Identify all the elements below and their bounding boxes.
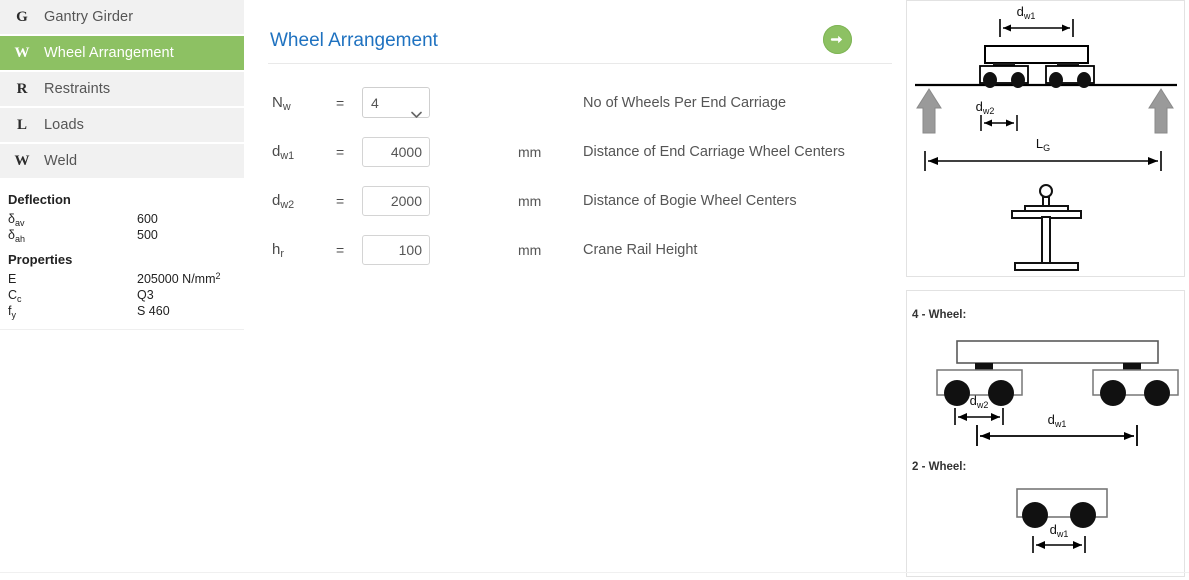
field-description-dw1: Distance of End Carriage Wheel Centers	[583, 143, 845, 160]
properties-row-fy: fy S 460	[0, 303, 244, 320]
field-row-hr: hr = mm Crane Rail Height	[268, 225, 892, 274]
sidebar-item-restraints[interactable]: R Restraints	[0, 72, 244, 108]
field-row-dw1: dw1 = mm Distance of End Carriage Wheel …	[268, 127, 892, 176]
sidebar-letter-icon: L	[16, 116, 27, 133]
sidebar-nav: G Gantry Girder W Wheel Arrangement R Re…	[0, 0, 244, 180]
sidebar: G Gantry Girder W Wheel Arrangement R Re…	[0, 0, 244, 330]
dw1-input[interactable]	[362, 136, 430, 167]
deflection-heading: Deflection	[8, 192, 71, 207]
field-unit-dw2: mm	[518, 192, 542, 209]
label-dw2: dw2	[976, 99, 995, 116]
dw2-input[interactable]	[362, 185, 430, 216]
sidebar-item-label: Gantry Girder	[44, 9, 134, 25]
deflection-key-av: δav	[8, 212, 25, 228]
field-control-nw: 4 2	[362, 87, 518, 118]
field-unit-hr: mm	[518, 241, 542, 258]
gantry-girder-elevation-panel: dw1 dw2 LG	[906, 0, 1185, 277]
main-content: Wheel Arrangement Nw = 4 No of Wheels Pe…	[268, 0, 892, 274]
deflection-key-ah: δah	[8, 228, 25, 244]
properties-value-fy: S 460	[137, 304, 170, 318]
properties-row-cc: Cc Q3	[0, 287, 244, 304]
sidebar-item-wheel-arrangement[interactable]: W Wheel Arrangement	[0, 36, 244, 72]
properties-key-fy: fy	[8, 304, 16, 320]
main-header: Wheel Arrangement	[268, 0, 892, 64]
deflection-row-av: δav 600	[0, 211, 244, 228]
field-symbol-nw: Nw	[272, 94, 291, 114]
field-control-dw1	[362, 136, 518, 167]
properties-value-cc: Q3	[137, 288, 154, 302]
wheels-per-carriage-select[interactable]: 4 2	[362, 87, 430, 118]
wheel-arrangement-form: Nw = 4 2 No of Wheels Per End Carriage	[268, 64, 892, 274]
field-symbol-hr: hr	[272, 241, 284, 261]
sidebar-item-label: Weld	[44, 153, 78, 169]
sidebar-item-gantry-girder[interactable]: G Gantry Girder	[0, 0, 244, 36]
sidebar-item-label: Restraints	[44, 81, 111, 97]
field-description-hr: Crane Rail Height	[583, 241, 698, 258]
properties-heading: Properties	[8, 252, 73, 267]
label-dw1-4wheel: dw1	[1048, 412, 1067, 429]
equals-sign: =	[336, 241, 345, 258]
next-step-button[interactable]	[823, 25, 852, 54]
properties-key-cc: Cc	[8, 288, 22, 304]
hr-input[interactable]	[362, 234, 430, 265]
four-wheel-label: 4 - Wheel:	[912, 309, 967, 321]
label-lg: LG	[1036, 136, 1050, 153]
sidebar-summary-panel: Deflection δav 600 δah 500 Properties E …	[0, 180, 244, 330]
deflection-value-av: 600	[137, 212, 158, 226]
field-symbol-dw2: dw2	[272, 192, 295, 212]
sidebar-item-weld[interactable]: W Weld	[0, 144, 244, 180]
arrow-right-circle-icon	[828, 30, 847, 49]
field-description-dw2: Distance of Bogie Wheel Centers	[583, 192, 797, 209]
app-page: G Gantry Girder W Wheel Arrangement R Re…	[0, 0, 1189, 580]
sidebar-letter-icon: G	[16, 8, 28, 25]
wheel-arrangement-diagram: dw2 dw1 dw1	[936, 340, 1179, 553]
wheel-arrangement-panel: 4 - Wheel: 2 - Wheel: dw2 dw1 dw1	[906, 290, 1185, 577]
sidebar-letter-icon: W	[14, 44, 30, 61]
deflection-value-ah: 500	[137, 228, 158, 242]
gantry-girder-elevation-diagram: dw1 dw2 LG	[915, 4, 1177, 271]
field-control-hr	[362, 234, 518, 265]
footer-divider	[0, 572, 1189, 573]
field-description-nw: No of Wheels Per End Carriage	[583, 94, 787, 111]
equals-sign: =	[336, 143, 345, 160]
sidebar-item-loads[interactable]: L Loads	[0, 108, 244, 144]
page-title: Wheel Arrangement	[270, 30, 438, 51]
label-dw1-2wheel: dw1	[1050, 522, 1069, 539]
sidebar-item-label: Wheel Arrangement	[44, 45, 174, 61]
field-unit-dw1: mm	[518, 143, 542, 160]
deflection-row-ah: δah 500	[0, 227, 244, 244]
field-row-nw: Nw = 4 2 No of Wheels Per End Carriage	[268, 78, 892, 127]
sidebar-letter-icon: R	[16, 80, 28, 97]
label-dw1: dw1	[1017, 4, 1036, 21]
field-symbol-dw1: dw1	[272, 143, 295, 163]
field-control-dw2	[362, 185, 518, 216]
properties-value-e: 205000 N/mm2	[137, 270, 221, 286]
field-row-dw2: dw2 = mm Distance of Bogie Wheel Centers	[268, 176, 892, 225]
equals-sign: =	[336, 94, 345, 111]
properties-key-e: E	[8, 272, 17, 286]
sidebar-letter-icon: W	[14, 152, 30, 169]
equals-sign: =	[336, 192, 345, 209]
two-wheel-label: 2 - Wheel:	[912, 461, 967, 473]
properties-row-e: E 205000 N/mm2	[0, 271, 244, 287]
sidebar-item-label: Loads	[44, 117, 85, 133]
